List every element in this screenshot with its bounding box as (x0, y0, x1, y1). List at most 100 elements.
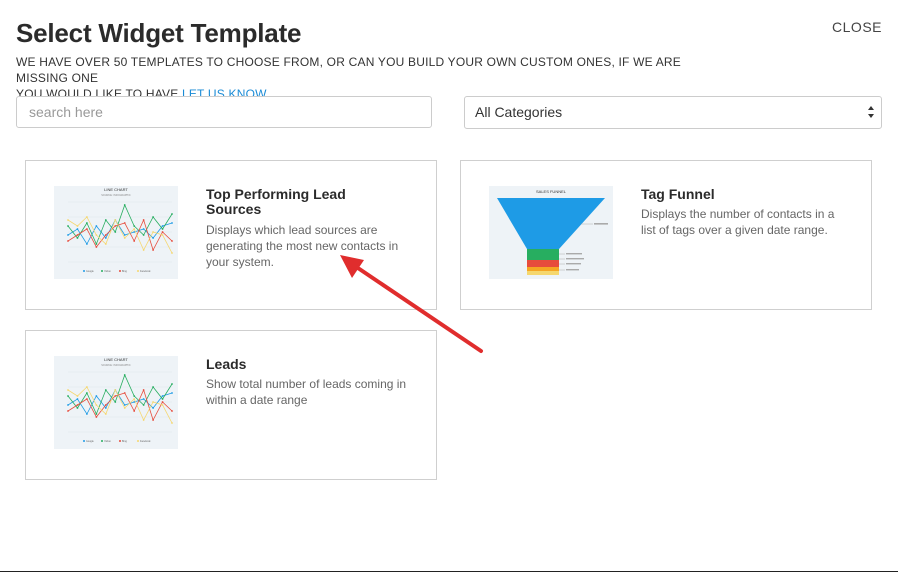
thumbnail-series-point (123, 222, 126, 224)
thumbnail-series-point (123, 234, 126, 236)
template-card-leads[interactable]: LINE CHART SOURCE: INFOGRAPHIC Google Yahoo… (25, 330, 437, 480)
thumbnail-series-point (171, 252, 173, 254)
template-title: Top Performing Lead Sources (206, 186, 346, 217)
thumbnail-legend-label: Google (86, 440, 94, 443)
thumbnail-series-point (171, 422, 173, 424)
thumbnail-series-point (114, 395, 117, 397)
select-caret-icon (868, 106, 874, 118)
thumbnail-series-point (161, 398, 164, 400)
thumbnail-series-point (123, 204, 126, 206)
thumbnail-series-point (76, 395, 79, 397)
thumbnail-series-point (95, 395, 98, 397)
thumbnail-legend-swatch (83, 270, 85, 272)
thumbnail-series-point (76, 234, 79, 236)
thumbnail-series-point (114, 219, 117, 221)
thumbnail-series-point (104, 219, 107, 221)
funnel-chart-thumbnail: SALES FUNNEL (489, 186, 613, 279)
thumbnail-series-point (171, 392, 173, 394)
thumbnail-series-point (86, 216, 88, 218)
thumbnail-series-point (104, 404, 107, 406)
thumbnail-legend-label: Bing (122, 270, 127, 273)
category-select-value: All Categories (475, 104, 563, 120)
thumbnail-series-point (152, 419, 154, 421)
thumbnail-series-point (104, 234, 107, 236)
thumbnail-series-point (133, 395, 136, 397)
thumbnail-series-point (161, 234, 164, 236)
thumbnail-series-point (161, 228, 164, 230)
thumbnail-series-point (161, 401, 164, 403)
close-button[interactable]: CLOSE (832, 19, 882, 35)
thumbnail-series-point (161, 225, 164, 227)
thumbnail-legend-label: Facebook (140, 440, 151, 443)
thumbnail-legend-swatch (119, 270, 121, 272)
thumbnail-series-point (142, 419, 145, 421)
thumbnail-legend-label: Facebook (140, 270, 151, 273)
line-chart-thumbnail: LINE CHART SOURCE: INFOGRAPHIC Google Yahoo… (54, 186, 178, 279)
thumbnail-series-point (95, 225, 98, 227)
thumbnail-legend-swatch (101, 270, 103, 272)
thumbnail-subtitle: SOURCE: INFOGRAPHIC (101, 364, 131, 367)
thumbnail-legend-swatch (137, 270, 139, 272)
thumbnail-series-point (67, 395, 69, 397)
thumbnail-series-point (76, 228, 79, 230)
thumbnail-series-point (114, 389, 117, 391)
thumbnail-series-point (123, 374, 126, 376)
thumbnail-series-point (95, 246, 98, 248)
thumbnail-series-point (86, 392, 88, 394)
funnel-label (566, 253, 582, 255)
search-input[interactable] (16, 96, 432, 128)
thumbnail-series-point (86, 222, 88, 224)
funnel-label (594, 223, 608, 225)
thumbnail-series-point (76, 225, 79, 227)
thumbnail-series-point (152, 231, 154, 233)
page-subtitle: WE HAVE OVER 50 TEMPLATES TO CHOOSE FROM… (16, 54, 716, 102)
thumbnail-series-point (123, 237, 126, 239)
template-description: Displays the number of contacts in a lis… (641, 207, 835, 237)
thumbnail-series-point (161, 395, 164, 397)
thumbnail-series-point (95, 404, 98, 406)
funnel-label (566, 263, 581, 265)
thumbnail-legend-label: Yahoo (104, 440, 111, 443)
funnel-label (566, 258, 584, 260)
funnel-label (566, 269, 579, 271)
thumbnail-legend-swatch (119, 440, 121, 442)
thumbnail-series-point (86, 228, 88, 230)
thumbnail-series-point (86, 413, 88, 415)
line-chart-thumbnail: LINE CHART SOURCE: INFOGRAPHIC Google Yahoo… (54, 356, 178, 449)
thumbnail-series-point (76, 407, 79, 409)
thumbnail-series-point (142, 404, 145, 406)
thumbnail-legend-swatch (101, 440, 103, 442)
funnel-stage-5 (527, 271, 559, 275)
thumbnail-series-point (123, 392, 126, 394)
thumbnail-series-point (86, 398, 88, 400)
template-description: Show total number of leads coming in wit… (206, 377, 407, 407)
thumbnail-series-point (86, 386, 88, 388)
thumbnail-series-point (67, 389, 69, 391)
funnel-stage-2 (527, 249, 559, 260)
thumbnail-series-point (152, 237, 154, 239)
thumbnail-series-point (142, 228, 145, 230)
thumbnail-series-point (161, 231, 164, 233)
template-card-top-performing-lead-sources[interactable]: LINE CHART SOURCE: INFOGRAPHIC Google Yahoo… (25, 160, 437, 310)
thumbnail-series-point (104, 237, 107, 239)
thumbnail-series-point (161, 404, 164, 406)
thumbnail-series-point (67, 234, 69, 236)
page-title: Select Widget Template (16, 18, 302, 48)
thumbnail-series-point (142, 234, 145, 236)
thumbnail-series-point (152, 216, 154, 218)
thumbnail-series-point (152, 407, 154, 409)
thumbnail-title: LINE CHART (104, 187, 128, 192)
thumbnail-series-point (104, 389, 107, 391)
thumbnail-legend-label: Yahoo (104, 270, 111, 273)
thumbnail-series-point (114, 225, 117, 227)
thumbnail-series-point (114, 401, 117, 403)
thumbnail-series-point (67, 404, 69, 406)
thumbnail-series-point (142, 219, 145, 221)
thumbnail-series-point (133, 228, 136, 230)
thumbnail-series-point (171, 222, 173, 224)
thumbnail-series-point (67, 240, 69, 242)
thumbnail-series-point (67, 219, 69, 221)
template-card-tag-funnel[interactable]: SALES FUNNEL Tag Funnel Displays the num… (460, 160, 872, 310)
category-select[interactable]: All Categories (464, 96, 882, 129)
thumbnail-series-point (114, 231, 117, 233)
